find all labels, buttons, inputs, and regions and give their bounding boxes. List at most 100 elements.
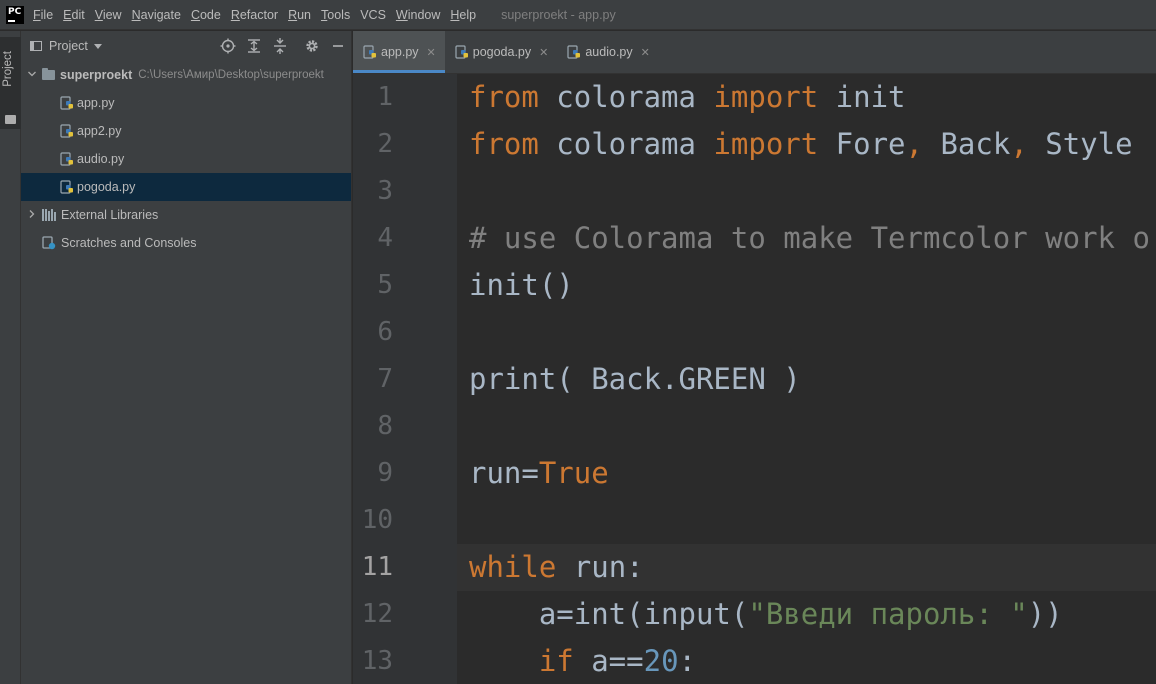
menu-item-refactor[interactable]: Refactor	[226, 0, 283, 30]
menu-item-view[interactable]: View	[90, 0, 127, 30]
code-token: Style	[1027, 127, 1133, 161]
editor-tab-bar: app.py ✕ pogoda.py ✕ audio.py ✕	[353, 31, 1156, 74]
code-line[interactable]: run=True	[469, 450, 609, 497]
code-token: ,	[905, 127, 923, 161]
folder-icon	[42, 68, 55, 80]
tree-scratches-and-consoles[interactable]: Scratches and Consoles	[21, 229, 351, 257]
project-panel: Project superproekt C:\Users\Амир\Deskto…	[21, 31, 352, 684]
tab-app-py[interactable]: app.py ✕	[353, 31, 445, 73]
menu-item-vcs[interactable]: VCS	[355, 0, 391, 30]
menu-label: indow	[407, 7, 441, 22]
menu-label: VCS	[360, 7, 386, 22]
folder-icon	[5, 115, 16, 124]
code-line[interactable]: while run:	[469, 544, 644, 591]
menu-label: elp	[459, 7, 477, 22]
file-name: audio.py	[77, 152, 125, 166]
line-number: 1	[377, 82, 393, 112]
project-tool-window-button[interactable]: Project	[0, 37, 21, 129]
code-token: # use Colorama to make Termcolor work o	[469, 221, 1150, 255]
python-file-icon	[455, 45, 469, 59]
scratches-label: Scratches and Consoles	[61, 236, 197, 250]
expand-all-icon[interactable]	[246, 38, 262, 54]
line-number: 12	[361, 599, 393, 629]
hide-panel-icon[interactable]	[330, 38, 346, 54]
code-token: init	[818, 80, 906, 114]
code-token: print( Back.GREEN )	[469, 362, 801, 396]
locate-file-icon[interactable]	[220, 38, 236, 54]
chevron-right-icon[interactable]	[27, 209, 37, 222]
menu-label: ode	[199, 7, 221, 22]
code-token: init()	[469, 268, 574, 302]
collapse-all-icon[interactable]	[272, 38, 288, 54]
tab-label: pogoda.py	[472, 45, 532, 59]
menu-mnemonic: V	[94, 7, 103, 22]
tab-pogoda-py[interactable]: pogoda.py ✕	[445, 31, 558, 73]
python-file-icon	[60, 96, 74, 110]
code-token: while	[469, 550, 557, 584]
tab-label: audio.py	[585, 45, 633, 59]
code-token: ))	[1027, 597, 1063, 631]
code-token: from	[469, 80, 539, 114]
code-line[interactable]: a=int(input("Введи пароль: "))	[469, 591, 1063, 638]
code-editor[interactable]: 1 2 3 4 5 6 7 8 9 10 11 12 13 from colorama import i…	[353, 74, 1156, 684]
code-line[interactable]: init()	[469, 262, 574, 309]
tree-file-app-py[interactable]: app.py	[21, 89, 351, 117]
window-title: superproekt - app.py	[501, 7, 616, 22]
menu-item-help[interactable]: Help	[445, 0, 481, 30]
line-number: 8	[377, 411, 393, 441]
tree-file-pogoda-py[interactable]: pogoda.py	[21, 173, 351, 201]
file-name: pogoda.py	[77, 180, 136, 194]
code-token: Back	[923, 127, 1011, 161]
gear-icon[interactable]	[304, 38, 320, 54]
line-number: 10	[361, 505, 393, 535]
menu-item-code[interactable]: Code	[186, 0, 226, 30]
project-path: C:\Users\Амир\Desktop\superproekt	[138, 69, 324, 81]
code-token: run:	[556, 550, 644, 584]
code-line[interactable]: from colorama import Fore, Back, Style	[469, 121, 1133, 168]
code-token: Fore	[818, 127, 906, 161]
menu-item-edit[interactable]: Edit	[58, 0, 90, 30]
close-icon[interactable]: ✕	[641, 46, 650, 59]
code-line[interactable]: # use Colorama to make Termcolor work o	[469, 215, 1150, 262]
menu-item-tools[interactable]: Tools	[316, 0, 355, 30]
menu-item-file[interactable]: File	[28, 0, 58, 30]
code-line[interactable]: from colorama import init	[469, 74, 906, 121]
line-number: 3	[377, 176, 393, 206]
line-number: 13	[361, 646, 393, 676]
pycharm-logo-icon[interactable]: PC	[6, 5, 24, 24]
tree-file-app2-py[interactable]: app2.py	[21, 117, 351, 145]
chevron-down-icon[interactable]	[93, 43, 102, 49]
menu-mnemonic: N	[131, 7, 141, 22]
menu-item-run[interactable]: Run	[283, 0, 316, 30]
menu-label: dit	[71, 7, 85, 22]
project-view-selector[interactable]: Project	[49, 39, 88, 53]
code-line[interactable]: if a==20:	[469, 638, 696, 684]
menu-label: ile	[40, 7, 54, 22]
code-token: a==	[573, 644, 644, 678]
code-token: run=	[469, 456, 539, 490]
tree-root-superproekt[interactable]: superproekt C:\Users\Амир\Desktop\superp…	[21, 61, 351, 89]
code-line[interactable]: print( Back.GREEN )	[469, 356, 801, 403]
external-libraries-label: External Libraries	[61, 208, 159, 222]
code-token: import	[713, 80, 819, 114]
code-token: 20	[643, 644, 679, 678]
menu-item-window[interactable]: Window	[391, 0, 445, 30]
tree-file-audio-py[interactable]: audio.py	[21, 145, 351, 173]
project-tool-label: Project	[2, 51, 14, 87]
tree-external-libraries[interactable]: External Libraries	[21, 201, 351, 229]
chevron-down-icon[interactable]	[27, 69, 37, 82]
python-file-icon	[567, 45, 581, 59]
project-name: superproekt	[60, 68, 133, 82]
line-number: 4	[377, 223, 393, 253]
tab-audio-py[interactable]: audio.py ✕	[557, 31, 658, 73]
close-icon[interactable]: ✕	[539, 46, 548, 59]
code-token: colorama	[538, 80, 714, 114]
python-file-icon	[60, 124, 74, 138]
menu-label: efactor	[239, 7, 279, 22]
close-icon[interactable]: ✕	[427, 46, 436, 59]
code-token: ,	[1010, 127, 1028, 161]
menu-mnemonic: C	[190, 7, 200, 22]
python-file-icon	[60, 180, 74, 194]
menu-mnemonic: R	[230, 7, 240, 22]
menu-item-navigate[interactable]: Navigate	[127, 0, 186, 30]
